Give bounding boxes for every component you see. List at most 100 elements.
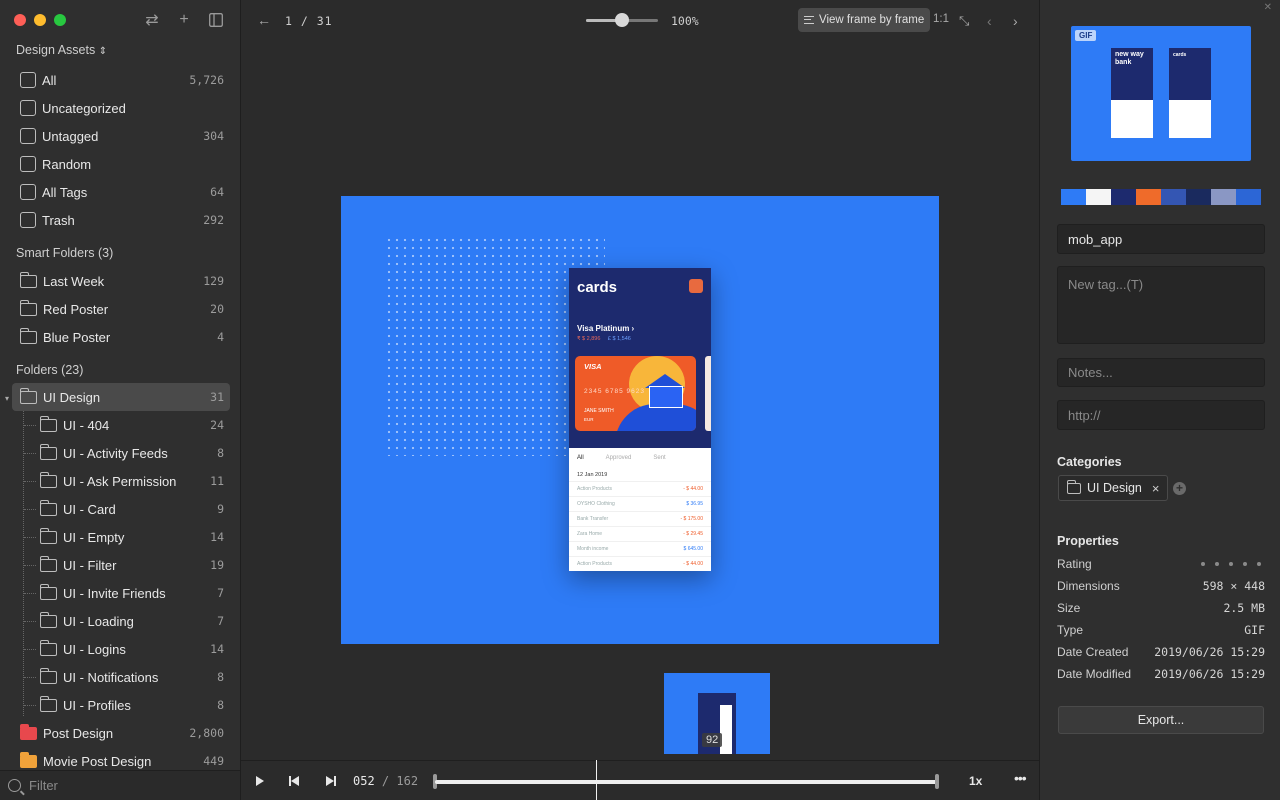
smart-folder-last-week[interactable]: Last Week 129 <box>12 267 230 295</box>
hill-graphic <box>615 404 696 431</box>
sidebar-item-uncategorized[interactable]: Uncategorized <box>12 94 230 122</box>
list-icon <box>804 16 814 24</box>
smart-folder-icon <box>19 299 37 316</box>
sidebar-item-all[interactable]: All 5,726 <box>12 66 230 94</box>
timeline-track[interactable] <box>435 780 937 784</box>
close-icon[interactable]: ✕ <box>1264 2 1272 13</box>
smart-folder-blue-poster[interactable]: Blue Poster 4 <box>12 323 230 351</box>
subfolder-ui-activity-feeds[interactable]: UI - Activity Feeds 8 <box>32 439 230 467</box>
close-window-button[interactable] <box>14 14 26 26</box>
sidebar-item-count: 19 <box>210 558 224 572</box>
thumbnail-frame-badge: 92 <box>702 733 723 747</box>
minimize-window-button[interactable] <box>34 14 46 26</box>
remove-category-icon[interactable]: × <box>1152 481 1160 496</box>
zoom-slider-knob[interactable] <box>615 13 629 27</box>
star-icon[interactable] <box>1257 562 1261 566</box>
subfolder-ui-ask-permission[interactable]: UI - Ask Permission 11 <box>32 467 230 495</box>
notes-field[interactable]: Notes... <box>1057 358 1265 387</box>
timeline-end-handle[interactable] <box>935 774 939 789</box>
color-swatch[interactable] <box>1061 189 1086 205</box>
star-icon[interactable] <box>1229 562 1233 566</box>
sidebar-item-count: 449 <box>203 754 224 768</box>
window-controls <box>14 14 66 26</box>
skip-forward-icon[interactable] <box>326 776 336 786</box>
toggle-sidebar-icon[interactable] <box>208 11 224 29</box>
playback-bar: 052 / 162 1x ••• <box>241 760 1039 800</box>
zoom-window-button[interactable] <box>54 14 66 26</box>
property-key: Type <box>1057 623 1084 637</box>
smart-folder-red-poster[interactable]: Red Poster 20 <box>12 295 230 323</box>
sidebar-item-trash[interactable]: Trash 292 <box>12 206 230 234</box>
color-swatch[interactable] <box>1086 189 1111 205</box>
folder-count: 31 <box>210 390 224 404</box>
color-swatch[interactable] <box>1236 189 1261 205</box>
view-frame-by-frame-button[interactable]: View frame by frame <box>798 8 931 32</box>
color-swatch[interactable] <box>1211 189 1236 205</box>
folder-ui-design[interactable]: UI Design 31 <box>12 383 230 411</box>
house-graphic <box>649 386 683 408</box>
name-field[interactable]: mob_app <box>1057 224 1265 254</box>
collapse-icon[interactable]: ⤡ <box>959 13 969 29</box>
search-icon <box>8 779 21 792</box>
more-icon[interactable]: ••• <box>1014 770 1027 786</box>
phone-mockup: cards Visa Platinum › ₹ $ 2,896 £ $ 1,54… <box>569 268 711 571</box>
color-swatch[interactable] <box>1186 189 1211 205</box>
untagged-icon <box>20 128 36 144</box>
artwork-tab: All <box>577 455 584 461</box>
folder-icon <box>39 471 57 488</box>
frame-thumbnail[interactable]: 92 <box>664 673 770 754</box>
next-icon[interactable]: › <box>1013 13 1018 29</box>
export-button[interactable]: Export... <box>1058 706 1264 734</box>
preview-image[interactable]: GIF new way bank cards <box>1071 26 1251 161</box>
subfolder-ui-filter[interactable]: UI - Filter 19 <box>32 551 230 579</box>
sidebar-item-untagged[interactable]: Untagged 304 <box>12 122 230 150</box>
add-icon[interactable]: + <box>176 11 192 29</box>
color-swatch[interactable] <box>1136 189 1161 205</box>
tags-field[interactable]: New tag...(T) <box>1057 266 1265 344</box>
sidebar-item-label: All <box>42 72 57 88</box>
folder-post-design[interactable]: Post Design 2,800 <box>12 719 230 747</box>
disclosure-triangle-icon[interactable]: ▾ <box>5 394 9 403</box>
sidebar-item-all-tags[interactable]: All Tags 64 <box>12 178 230 206</box>
preview-phone-left: new way bank <box>1111 48 1153 138</box>
avatar <box>689 279 703 293</box>
star-icon[interactable] <box>1201 562 1205 566</box>
filter-input[interactable] <box>29 778 229 793</box>
actual-size-button[interactable]: 1:1 <box>933 13 949 25</box>
image-canvas[interactable]: cards Visa Platinum › ₹ $ 2,896 £ $ 1,54… <box>341 196 939 644</box>
sidebar-item-random[interactable]: Random <box>12 150 230 178</box>
star-icon[interactable] <box>1215 562 1219 566</box>
back-arrow-icon[interactable]: ← <box>257 12 271 28</box>
previous-icon[interactable]: ‹ <box>987 13 992 29</box>
transaction-name: Bank Transfer <box>577 516 609 522</box>
subfolder-ui-card[interactable]: UI - Card 9 <box>32 495 230 523</box>
color-swatch[interactable] <box>1111 189 1136 205</box>
sidebar-toolbar: ⇄ + <box>144 11 224 29</box>
sidebar-item-label: UI - Empty <box>63 529 125 545</box>
subfolder-ui-404[interactable]: UI - 404 24 <box>32 411 230 439</box>
swap-icon[interactable]: ⇄ <box>144 11 160 29</box>
playhead[interactable] <box>595 760 597 800</box>
property-value: 2.5 MB <box>1223 601 1265 615</box>
sidebar-item-label: Untagged <box>42 128 99 144</box>
subfolder-ui-empty[interactable]: UI - Empty 14 <box>32 523 230 551</box>
sidebar-item-label: UI - Activity Feeds <box>63 445 168 461</box>
subfolder-ui-logins[interactable]: UI - Logins 14 <box>32 635 230 663</box>
subfolder-ui-profiles[interactable]: UI - Profiles 8 <box>32 691 230 719</box>
subfolder-ui-invite-friends[interactable]: UI - Invite Friends 7 <box>32 579 230 607</box>
color-swatch[interactable] <box>1161 189 1186 205</box>
subfolder-ui-notifications[interactable]: UI - Notifications 8 <box>32 663 230 691</box>
subfolder-ui-loading[interactable]: UI - Loading 7 <box>32 607 230 635</box>
playback-speed-button[interactable]: 1x <box>969 774 982 788</box>
credit-card: VISA 2345 6785 9623 JANE SMITH EUR <box>575 356 696 431</box>
add-category-icon[interactable]: + <box>1173 482 1186 495</box>
sidebar-item-count: 7 <box>217 614 224 628</box>
play-icon[interactable] <box>256 776 264 786</box>
url-field[interactable]: http:// <box>1057 400 1265 430</box>
library-switcher[interactable]: Design Assets ⇕ <box>16 43 107 57</box>
skip-back-icon[interactable] <box>289 776 299 786</box>
sidebar-item-count: 2,800 <box>189 726 224 740</box>
category-chip[interactable]: UI Design × <box>1058 475 1169 501</box>
rating-stars[interactable] <box>1201 562 1261 571</box>
star-icon[interactable] <box>1243 562 1247 566</box>
